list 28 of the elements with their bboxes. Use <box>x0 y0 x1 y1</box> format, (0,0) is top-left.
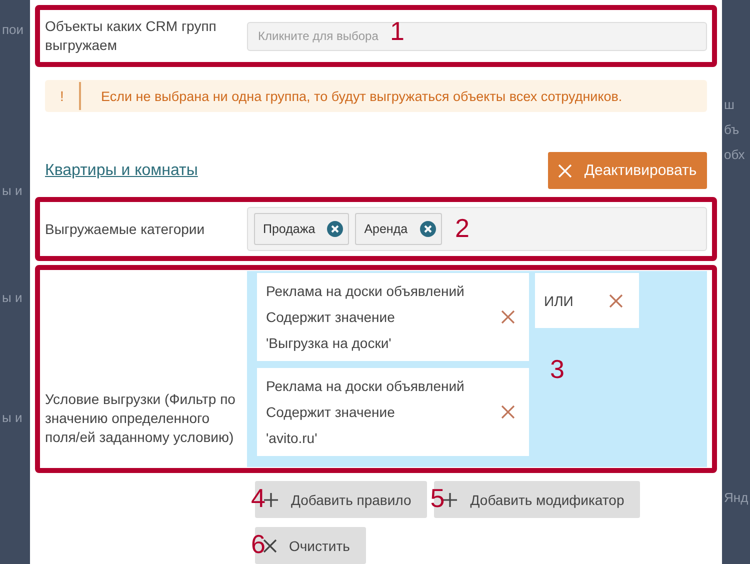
background-text: ш <box>724 97 734 112</box>
background-text: ы и <box>2 290 22 305</box>
tag-label: Аренда <box>364 222 408 236</box>
operator-label: ИЛИ <box>544 292 574 308</box>
alert-text: Если не выбрана ни одна группа, то будут выгружаться объекты всех сотрудников. <box>101 88 622 104</box>
background-text: ы и <box>2 410 22 425</box>
rule-text: Реклама на доски объявлений Содержит значение 'avito.ru' <box>266 377 466 448</box>
annotation-number: 2 <box>455 215 470 241</box>
close-icon[interactable] <box>263 538 277 552</box>
plus-icon <box>263 492 279 508</box>
tag-label: Продажа <box>263 222 316 236</box>
close-icon[interactable] <box>501 405 515 419</box>
plus-icon <box>442 492 458 508</box>
remove-icon[interactable] <box>327 221 344 237</box>
background-text: Янд <box>724 490 748 505</box>
remove-icon[interactable] <box>420 221 436 237</box>
background-text: ы и <box>2 183 22 198</box>
annotation-number: 3 <box>550 356 564 382</box>
close-icon[interactable] <box>609 294 624 308</box>
field-label: Объекты каких CRM групп выгружаем <box>45 17 218 55</box>
background-text: обх <box>724 147 745 162</box>
field-label: Выгружаемые категории <box>45 220 206 238</box>
rule-text: Реклама на доски объявлений Содержит значение 'Выгрузка на доски' <box>266 282 466 353</box>
section-link[interactable]: Квартиры и комнаты <box>45 162 198 180</box>
background-text: пои <box>2 22 24 37</box>
field-label: Условие выгрузки (Фильтр по значению определенного поля/ей заданному условию) <box>45 390 236 447</box>
background-text: бъ <box>724 122 740 137</box>
close-icon[interactable] <box>501 310 515 324</box>
